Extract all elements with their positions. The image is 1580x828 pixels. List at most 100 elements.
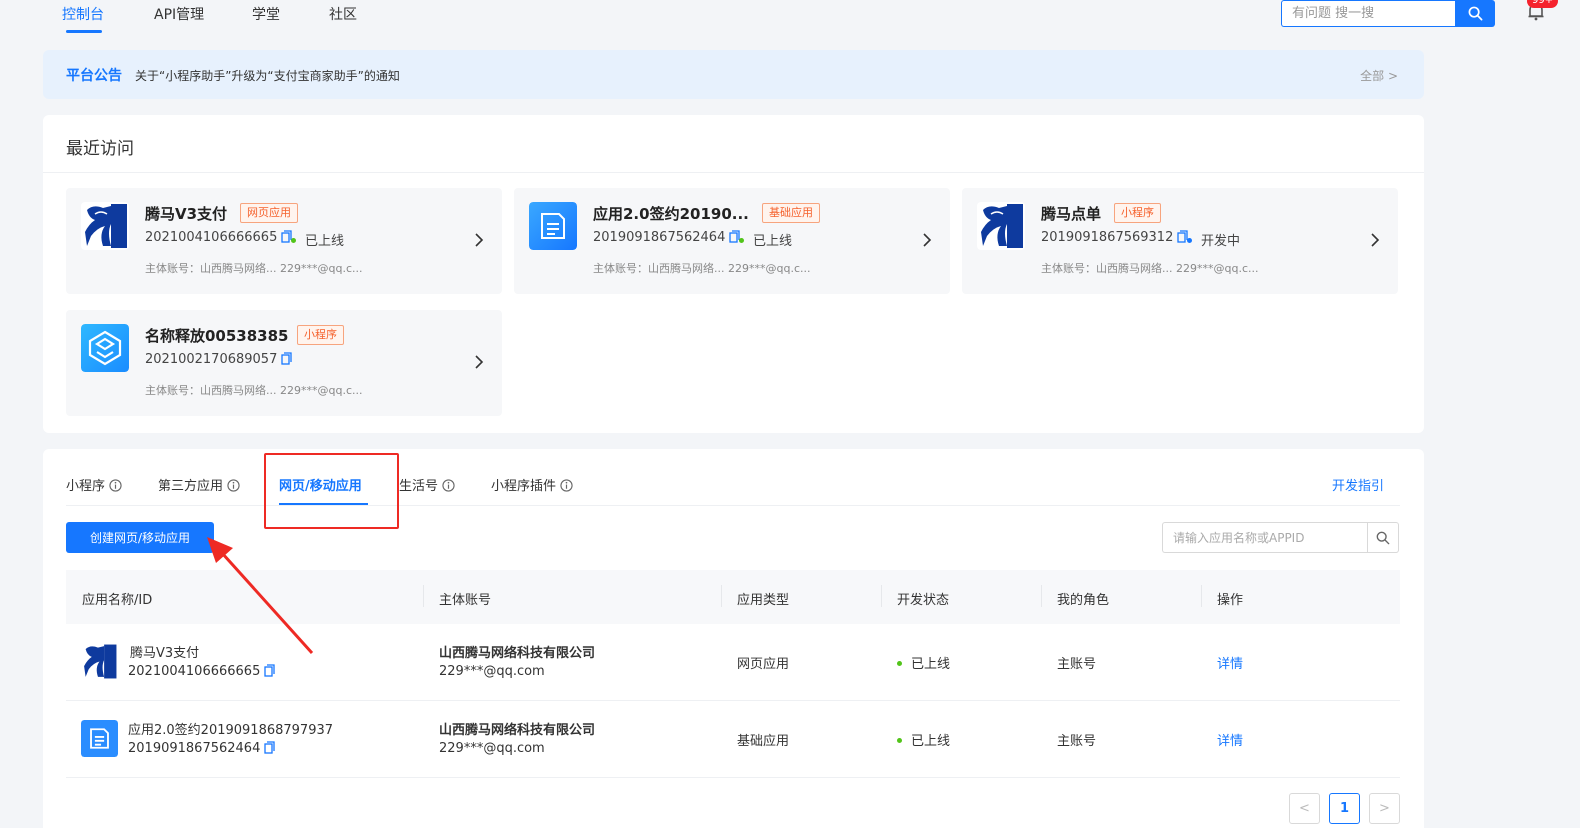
dev-guide-link[interactable]: 开发指引 — [1332, 475, 1384, 494]
status-dot — [897, 661, 902, 666]
table-row: 应用2.0签约2019091868797937 2019091867562464… — [66, 701, 1400, 778]
app-search-input[interactable] — [1162, 522, 1368, 553]
column-header: 我的角色 — [1057, 593, 1110, 608]
card-id-text: 2019091867562464 — [593, 230, 726, 245]
status-text: 已上线 — [305, 234, 345, 249]
owner-email: 229***@qq.com — [439, 664, 545, 679]
notification-badge: 99+ — [1527, 0, 1559, 8]
pagination-page-1[interactable]: 1 — [1329, 793, 1360, 824]
detail-link[interactable]: 详情 — [1217, 730, 1243, 749]
horse-logo-icon — [977, 202, 1025, 250]
recent-card[interactable]: 腾马V3支付 网页应用 2021004106666665 已上线 主体账号：山西… — [66, 188, 502, 294]
column-header: 操作 — [1217, 593, 1244, 608]
tab-label: 小程序插件 — [491, 479, 557, 494]
status-text: 已上线 — [911, 734, 951, 749]
column-header: 开发状态 — [897, 593, 950, 608]
card-name: 应用2.0签约20190... — [593, 205, 749, 223]
info-icon — [560, 479, 573, 492]
recent-card[interactable]: 应用2.0签约20190... 基础应用 2019091867562464 已上… — [514, 188, 950, 294]
status-dot — [897, 738, 902, 743]
tab-web-mobile[interactable]: 网页/移动应用 — [279, 475, 362, 494]
status-badge: 开发中 — [1187, 230, 1240, 249]
column-header: 应用类型 — [737, 593, 790, 608]
card-id: 2021004106666665 — [145, 230, 292, 245]
card-owner: 主体账号：山西腾马网络... 229***@qq.c... — [1041, 262, 1259, 275]
copy-icon[interactable] — [264, 664, 275, 677]
detail-link[interactable]: 详情 — [1217, 653, 1243, 672]
tab-mini-program[interactable]: 小程序 — [66, 475, 122, 494]
notice-all-link[interactable]: 全部 > — [1360, 67, 1398, 84]
recent-card[interactable]: 腾马点单 小程序 2019091867569312 开发中 主体账号：山西腾马网… — [962, 188, 1398, 294]
card-owner: 主体账号：山西腾马网络... 229***@qq.c... — [145, 262, 363, 275]
card-name: 名称释放00538385 — [145, 327, 289, 345]
card-id-text: 2019091867569312 — [1041, 230, 1174, 245]
tab-life-account[interactable]: 生活号 — [399, 475, 455, 494]
pagination-prev[interactable]: < — [1289, 793, 1320, 824]
tab-label: 生活号 — [399, 479, 439, 494]
card-tag: 基础应用 — [762, 203, 820, 223]
app-name: 腾马V3支付 — [130, 646, 200, 661]
pagination-next[interactable]: > — [1369, 793, 1400, 824]
card-id: 2021002170689057 — [145, 352, 292, 367]
app-type: 网页应用 — [737, 657, 790, 672]
global-search-input[interactable] — [1281, 0, 1456, 27]
column-separator — [1041, 585, 1042, 607]
app-id-text: 2019091867562464 — [128, 741, 261, 756]
chevron-right-icon[interactable] — [920, 232, 934, 248]
notice-link[interactable]: 关于“小程序助手”升级为“支付宝商家助手”的通知 — [135, 67, 400, 84]
nav-item-console[interactable]: 控制台 — [62, 4, 104, 24]
recent-title: 最近访问 — [66, 139, 134, 159]
chevron-right-icon[interactable] — [472, 232, 486, 248]
tab-third-party[interactable]: 第三方应用 — [158, 475, 240, 494]
status-text: 开发中 — [1201, 234, 1241, 249]
card-id: 2019091867562464 — [593, 230, 740, 245]
card-id-text: 2021002170689057 — [145, 352, 278, 367]
my-role: 主账号 — [1057, 734, 1097, 749]
platform-notice: 平台公告 关于“小程序助手”升级为“支付宝商家助手”的通知 全部 > — [43, 50, 1424, 99]
nav-item-api[interactable]: API管理 — [154, 4, 204, 24]
status-badge: 已上线 — [739, 230, 792, 249]
app-search-button[interactable] — [1367, 522, 1399, 553]
status-dot — [291, 238, 296, 243]
search-icon — [1376, 531, 1390, 544]
create-app-button[interactable]: 创建网页/移动应用 — [66, 522, 214, 553]
tab-label: 第三方应用 — [158, 479, 224, 494]
column-separator — [423, 585, 424, 607]
card-tag: 网页应用 — [240, 203, 298, 223]
cube-app-icon — [81, 324, 129, 372]
app-id-text: 2021004106666665 — [128, 664, 261, 679]
divider — [43, 172, 1424, 173]
copy-icon[interactable] — [264, 741, 275, 754]
card-id-text: 2021004106666665 — [145, 230, 278, 245]
document-app-icon — [81, 720, 118, 757]
my-role: 主账号 — [1057, 657, 1097, 672]
status-dot — [1187, 238, 1192, 243]
tab-plugin[interactable]: 小程序插件 — [491, 475, 573, 494]
chevron-right-icon[interactable] — [472, 354, 486, 370]
app-type: 基础应用 — [737, 734, 790, 749]
info-icon — [442, 479, 455, 492]
nav-active-indicator — [66, 30, 102, 33]
column-separator — [721, 585, 722, 607]
column-separator — [1201, 585, 1202, 607]
horse-logo-icon — [81, 643, 118, 680]
column-separator — [881, 585, 882, 607]
nav-item-school[interactable]: 学堂 — [252, 4, 280, 24]
owner-email: 229***@qq.com — [439, 741, 545, 756]
column-header: 应用名称/ID — [82, 593, 153, 608]
recent-card[interactable]: 名称释放00538385 小程序 2021002170689057 主体账号：山… — [66, 310, 502, 416]
app-id: 2019091867562464 — [128, 741, 275, 756]
chevron-right-icon[interactable] — [1368, 232, 1382, 248]
copy-icon[interactable] — [281, 352, 292, 365]
divider — [66, 505, 1400, 506]
table-row: 腾马V3支付 2021004106666665 山西腾马网络科技有限公司 229… — [66, 624, 1400, 701]
card-owner: 主体账号：山西腾马网络... 229***@qq.c... — [145, 384, 363, 397]
apps-panel: 小程序 第三方应用 网页/移动应用 生活号 小程序插件 开发指引 创建网页/移动… — [43, 449, 1424, 828]
global-search-button[interactable] — [1455, 0, 1495, 27]
owner-company: 山西腾马网络科技有限公司 — [439, 646, 596, 661]
status-badge: 已上线 — [897, 730, 950, 749]
app-id: 2021004106666665 — [128, 664, 275, 679]
nav-item-community[interactable]: 社区 — [329, 4, 357, 24]
card-tag: 小程序 — [297, 325, 344, 345]
owner-company: 山西腾马网络科技有限公司 — [439, 723, 596, 738]
